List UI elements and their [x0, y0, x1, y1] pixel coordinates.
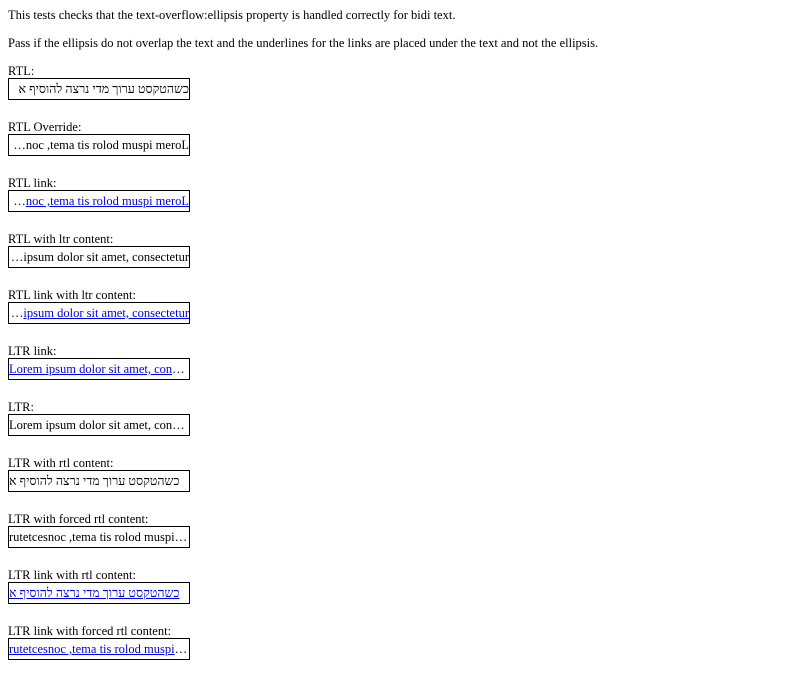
case-label: RTL link with ltr content: — [8, 288, 136, 302]
box-link[interactable]: Lorem ipsum dolor sit amet, consectetur — [9, 306, 189, 320]
box-link[interactable]: Lorem ipsum dolor sit amet, consectetur — [9, 194, 189, 208]
case-ltr-rtl-content: LTR with rtl content: כשהטקסט ערוך מדי נ… — [8, 456, 792, 512]
case-label: LTR link with rtl content: — [8, 568, 137, 582]
ellipsis-box: Lorem ipsum dolor sit amet, consectetur — [8, 134, 190, 156]
case-ltr-link-forced-rtl-content: LTR link with forced rtl content: Lorem … — [8, 624, 792, 680]
ellipsis-box: כשהטקסט ערוך מדי נרצה להוסיף א — [8, 470, 190, 492]
case-label: LTR: — [8, 400, 34, 414]
ellipsis-box: כשהטקסט ערוך מדי נרצה להוסיף א — [8, 78, 190, 100]
test-cases: RTL: כשהטקסט ערוך מדי נרצה להוסיף א RTL … — [8, 64, 792, 680]
box-link[interactable]: Lorem ipsum dolor sit amet, consectetur — [9, 362, 189, 376]
box-text: Lorem ipsum dolor sit amet, consectetur — [9, 642, 189, 656]
intro-pass-criteria: Pass if the ellipsis do not overlap the … — [8, 36, 599, 50]
case-ltr-link: LTR link: Lorem ipsum dolor sit amet, co… — [8, 344, 792, 400]
box-link[interactable]: כשהטקסט ערוך מדי נרצה להוסיף א — [9, 586, 179, 600]
case-rtl: RTL: כשהטקסט ערוך מדי נרצה להוסיף א — [8, 64, 792, 120]
intro-description: This tests checks that the text-overflow… — [8, 8, 456, 22]
box-link[interactable]: Lorem ipsum dolor sit amet, consectetur — [9, 642, 189, 656]
box-text: Lorem ipsum dolor sit amet, consectetur — [9, 530, 189, 544]
box-text: Lorem ipsum dolor sit amet, consectetur — [9, 138, 189, 152]
box-text: Lorem ipsum dolor sit amet, consectetur — [9, 250, 189, 264]
box-text: כשהטקסט ערוך מדי נרצה להוסיף א — [9, 474, 180, 488]
box-text: כשהטקסט ערוך מדי נרצה להוסיף א — [18, 82, 189, 96]
case-rtl-link: RTL link: Lorem ipsum dolor sit amet, co… — [8, 176, 792, 232]
case-label: RTL link: — [8, 176, 57, 190]
ellipsis-box: Lorem ipsum dolor sit amet, consectetur — [8, 190, 190, 212]
ellipsis-box: כשהטקסט ערוך מדי נרצה להוסיף א — [8, 582, 190, 604]
case-label: LTR link with forced rtl content: — [8, 624, 172, 638]
case-ltr-link-rtl-content: LTR link with rtl content: כשהטקסט ערוך … — [8, 568, 792, 624]
ellipsis-box: Lorem ipsum dolor sit amet, consectetur — [8, 638, 190, 660]
case-rtl-override: RTL Override: Lorem ipsum dolor sit amet… — [8, 120, 792, 176]
case-label: LTR with forced rtl content: — [8, 512, 149, 526]
ellipsis-box: Lorem ipsum dolor sit amet, consectetur — [8, 414, 190, 436]
case-label: RTL with ltr content: — [8, 232, 114, 246]
case-ltr-forced-rtl-content: LTR with forced rtl content: Lorem ipsum… — [8, 512, 792, 568]
ellipsis-box: Lorem ipsum dolor sit amet, consectetur — [8, 302, 190, 324]
test-page: This tests checks that the text-overflow… — [0, 0, 800, 680]
case-rtl-ltr-content: RTL with ltr content: Lorem ipsum dolor … — [8, 232, 792, 288]
case-rtl-link-ltr-content: RTL link with ltr content: Lorem ipsum d… — [8, 288, 792, 344]
case-label: LTR with rtl content: — [8, 456, 114, 470]
case-label: LTR link: — [8, 344, 57, 358]
ellipsis-box: Lorem ipsum dolor sit amet, consectetur — [8, 526, 190, 548]
box-text: Lorem ipsum dolor sit amet, consectetur — [9, 418, 189, 432]
case-label: RTL Override: — [8, 120, 82, 134]
ellipsis-box: Lorem ipsum dolor sit amet, consectetur — [8, 246, 190, 268]
box-text: Lorem ipsum dolor sit amet, consectetur — [9, 194, 189, 208]
case-label: RTL: — [8, 64, 35, 78]
ellipsis-box: Lorem ipsum dolor sit amet, consectetur — [8, 358, 190, 380]
case-ltr: LTR: Lorem ipsum dolor sit amet, consect… — [8, 400, 792, 456]
